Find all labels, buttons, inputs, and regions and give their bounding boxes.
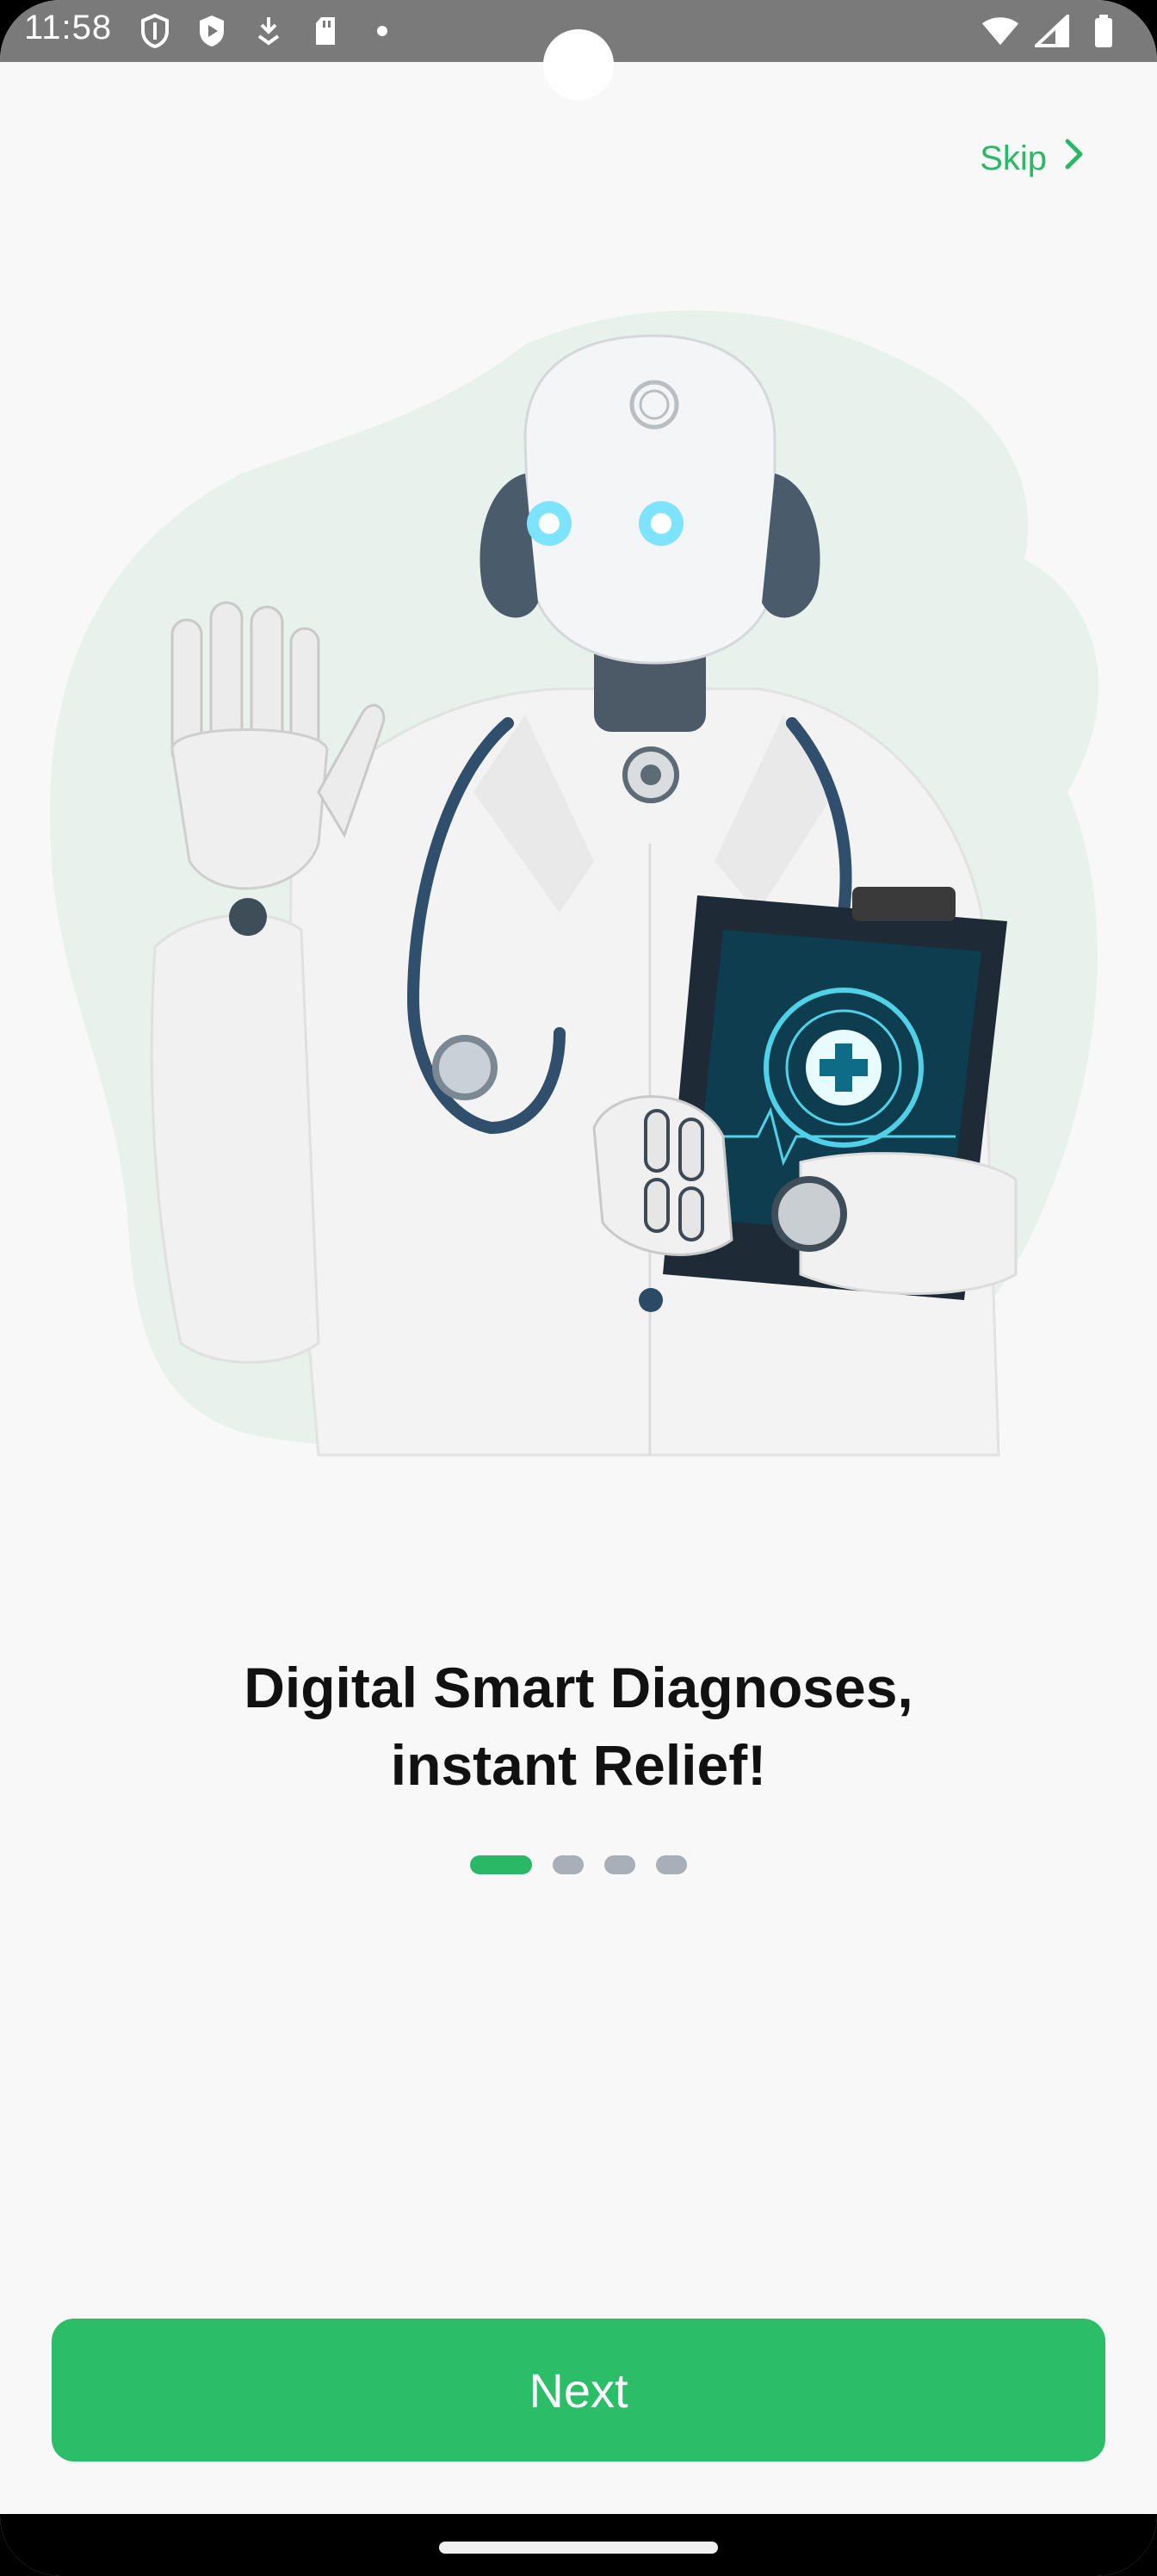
notification-icons [136,12,401,50]
battery-icon [1085,12,1123,50]
play-shield-icon [193,12,231,50]
dot-icon [363,12,401,50]
home-gesture-handle[interactable] [439,2542,718,2554]
onboarding-screen: 11:58 Skip Digital Smart Diagnoses, inst… [0,0,1157,2576]
page-dot-2 [553,1855,584,1874]
skip-label: Skip [980,139,1047,177]
camera-cutout [543,29,614,100]
left-sleeve [150,913,320,1364]
skip-button[interactable]: Skip [980,138,1085,179]
onboarding-title: Digital Smart Diagnoses, instant Relief! [0,1649,1157,1804]
shield-icon [136,12,174,50]
next-button[interactable]: Next [52,2319,1105,2461]
sd-card-icon [306,12,344,50]
title-line-2: instant Relief! [390,1733,767,1797]
status-time: 11:58 [24,9,113,46]
title-line-1: Digital Smart Diagnoses, [244,1656,913,1719]
chevron-right-icon [1064,138,1085,179]
next-label: Next [529,2362,628,2418]
wifi-icon [981,12,1019,50]
robot-doctor-illustration [49,310,1099,1457]
download-icon [250,12,288,50]
system-icons [981,12,1123,50]
signal-icon [1033,12,1071,50]
page-dot-3 [604,1855,635,1874]
page-dot-4 [656,1855,687,1874]
page-dot-1-active [470,1855,532,1874]
page-indicator [0,1855,1157,1874]
